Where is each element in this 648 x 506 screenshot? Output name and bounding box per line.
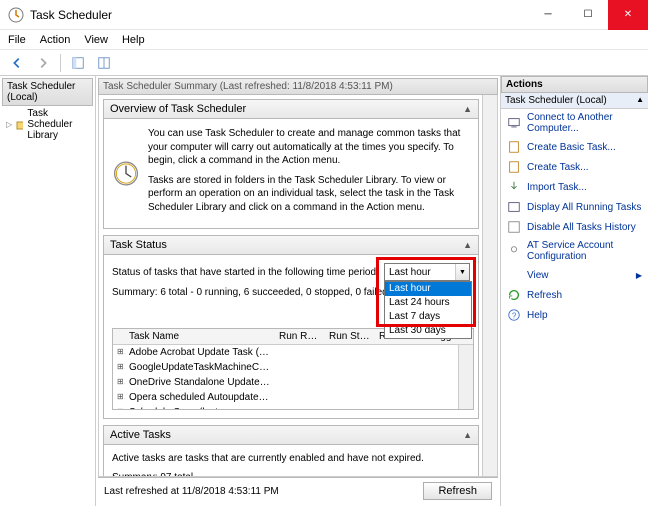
active-tasks-summary: Summary: 97 total — [112, 472, 470, 477]
help-button[interactable] — [93, 52, 115, 74]
dropdown-option[interactable]: Last 30 days — [385, 324, 471, 338]
action-refresh[interactable]: Refresh — [501, 285, 648, 305]
computer-icon — [507, 116, 521, 130]
maximize-button[interactable]: ☐ — [568, 0, 608, 30]
table-row[interactable]: ⊞Opera scheduled Autoupdate 1... — [113, 390, 459, 405]
collapse-icon[interactable]: ▲ — [463, 430, 472, 440]
action-create-task[interactable]: Create Task... — [501, 157, 648, 177]
tree-library[interactable]: ▷ Task Scheduler Library — [2, 106, 93, 143]
action-connect[interactable]: Connect to Another Computer... — [501, 109, 648, 137]
dropdown-option[interactable]: Last 7 days — [385, 310, 471, 324]
menu-file[interactable]: File — [8, 34, 26, 46]
forward-button[interactable] — [32, 52, 54, 74]
task-status-header[interactable]: Task Status ▲ — [103, 235, 479, 255]
col-header[interactable]: Run Result — [275, 329, 325, 344]
dropdown-option[interactable]: Last 24 hours — [385, 296, 471, 310]
overview-panel: Overview of Task Scheduler ▲ You can use… — [103, 99, 479, 229]
time-period-dropdown: Last hour Last 24 hours Last 7 days Last… — [384, 281, 472, 339]
task-icon — [507, 160, 521, 174]
menu-view[interactable]: View — [84, 34, 108, 46]
active-tasks-desc: Active tasks are tasks that are currentl… — [112, 453, 470, 464]
account-icon — [507, 244, 521, 258]
active-tasks-panel: Active Tasks ▲ Active tasks are tasks th… — [103, 425, 479, 477]
action-display-running[interactable]: Display All Running Tasks — [501, 197, 648, 217]
last-refreshed-label: Last refreshed at 11/8/2018 4:53:11 PM — [104, 486, 279, 497]
app-icon — [8, 7, 24, 23]
window-title: Task Scheduler — [30, 8, 528, 22]
action-import[interactable]: Import Task... — [501, 177, 648, 197]
summary-header: Task Scheduler Summary (Last refreshed: … — [98, 78, 498, 95]
console-tree: Task Scheduler (Local) ▷ Task Scheduler … — [0, 76, 96, 506]
minimize-button[interactable]: ─ — [528, 0, 568, 30]
task-icon — [507, 140, 521, 154]
history-icon — [507, 220, 521, 234]
table-row[interactable]: ⊞Schedule Scan (last run succee... — [113, 405, 459, 409]
refresh-icon — [507, 288, 521, 302]
chevron-down-icon[interactable]: ▼ — [455, 264, 469, 280]
show-hide-console-tree-button[interactable] — [67, 52, 89, 74]
table-row[interactable]: ⊞Adobe Acrobat Update Task (la... — [113, 345, 459, 360]
refresh-button[interactable]: Refresh — [423, 482, 492, 500]
expand-icon[interactable]: ▷ — [6, 120, 12, 129]
col-header[interactable]: Task Name — [125, 329, 275, 344]
action-at-service[interactable]: AT Service Account Configuration — [501, 237, 648, 265]
overview-header[interactable]: Overview of Task Scheduler ▲ — [103, 99, 479, 119]
collapse-icon[interactable]: ▲ — [463, 104, 472, 114]
task-status-panel: Task Status ▲ Status of tasks that have … — [103, 235, 479, 419]
actions-header: Actions — [501, 76, 648, 93]
chevron-right-icon: ▶ — [636, 271, 642, 280]
dropdown-option[interactable]: Last hour — [385, 282, 471, 296]
action-create-basic[interactable]: Create Basic Task... — [501, 137, 648, 157]
task-status-label: Status of tasks that have started in the… — [112, 267, 379, 278]
actions-group: Task Scheduler (Local) ▲ — [501, 93, 648, 109]
action-disable-history[interactable]: Disable All Tasks History — [501, 217, 648, 237]
menu-help[interactable]: Help — [122, 34, 145, 46]
tree-root[interactable]: Task Scheduler (Local) — [2, 78, 93, 106]
time-period-combo[interactable]: Last hour ▼ — [384, 263, 470, 281]
list-icon — [507, 200, 521, 214]
folder-icon — [16, 119, 23, 131]
import-icon — [507, 180, 521, 194]
table-row[interactable]: ⊞GoogleUpdateTaskMachineCor... — [113, 360, 459, 375]
menu-action[interactable]: Action — [40, 34, 71, 46]
action-help[interactable]: ?Help — [501, 305, 648, 325]
actions-pane: Actions Task Scheduler (Local) ▲ Connect… — [500, 76, 648, 506]
summary-footer: Last refreshed at 11/8/2018 4:53:11 PM R… — [98, 477, 498, 504]
svg-text:?: ? — [512, 312, 517, 321]
view-icon — [507, 268, 521, 282]
collapse-icon[interactable]: ▲ — [463, 240, 472, 250]
titlebar: Task Scheduler ─ ☐ ✕ — [0, 0, 648, 30]
toolbar — [0, 50, 648, 76]
help-icon: ? — [507, 308, 521, 322]
close-button[interactable]: ✕ — [608, 0, 648, 30]
menubar: File Action View Help — [0, 30, 648, 50]
clock-icon — [112, 127, 140, 220]
col-header[interactable]: Run Start — [325, 329, 375, 344]
task-status-grid: Task Name Run Result Run Start Run End T… — [112, 328, 474, 410]
action-view[interactable]: View▶ — [501, 265, 648, 285]
summary-pane: Overview of Task Scheduler ▲ You can use… — [98, 95, 498, 477]
back-button[interactable] — [6, 52, 28, 74]
table-row[interactable]: ⊞OneDrive Standalone Update Ta... — [113, 375, 459, 390]
active-tasks-header[interactable]: Active Tasks ▲ — [103, 425, 479, 445]
collapse-icon[interactable]: ▲ — [636, 95, 644, 106]
